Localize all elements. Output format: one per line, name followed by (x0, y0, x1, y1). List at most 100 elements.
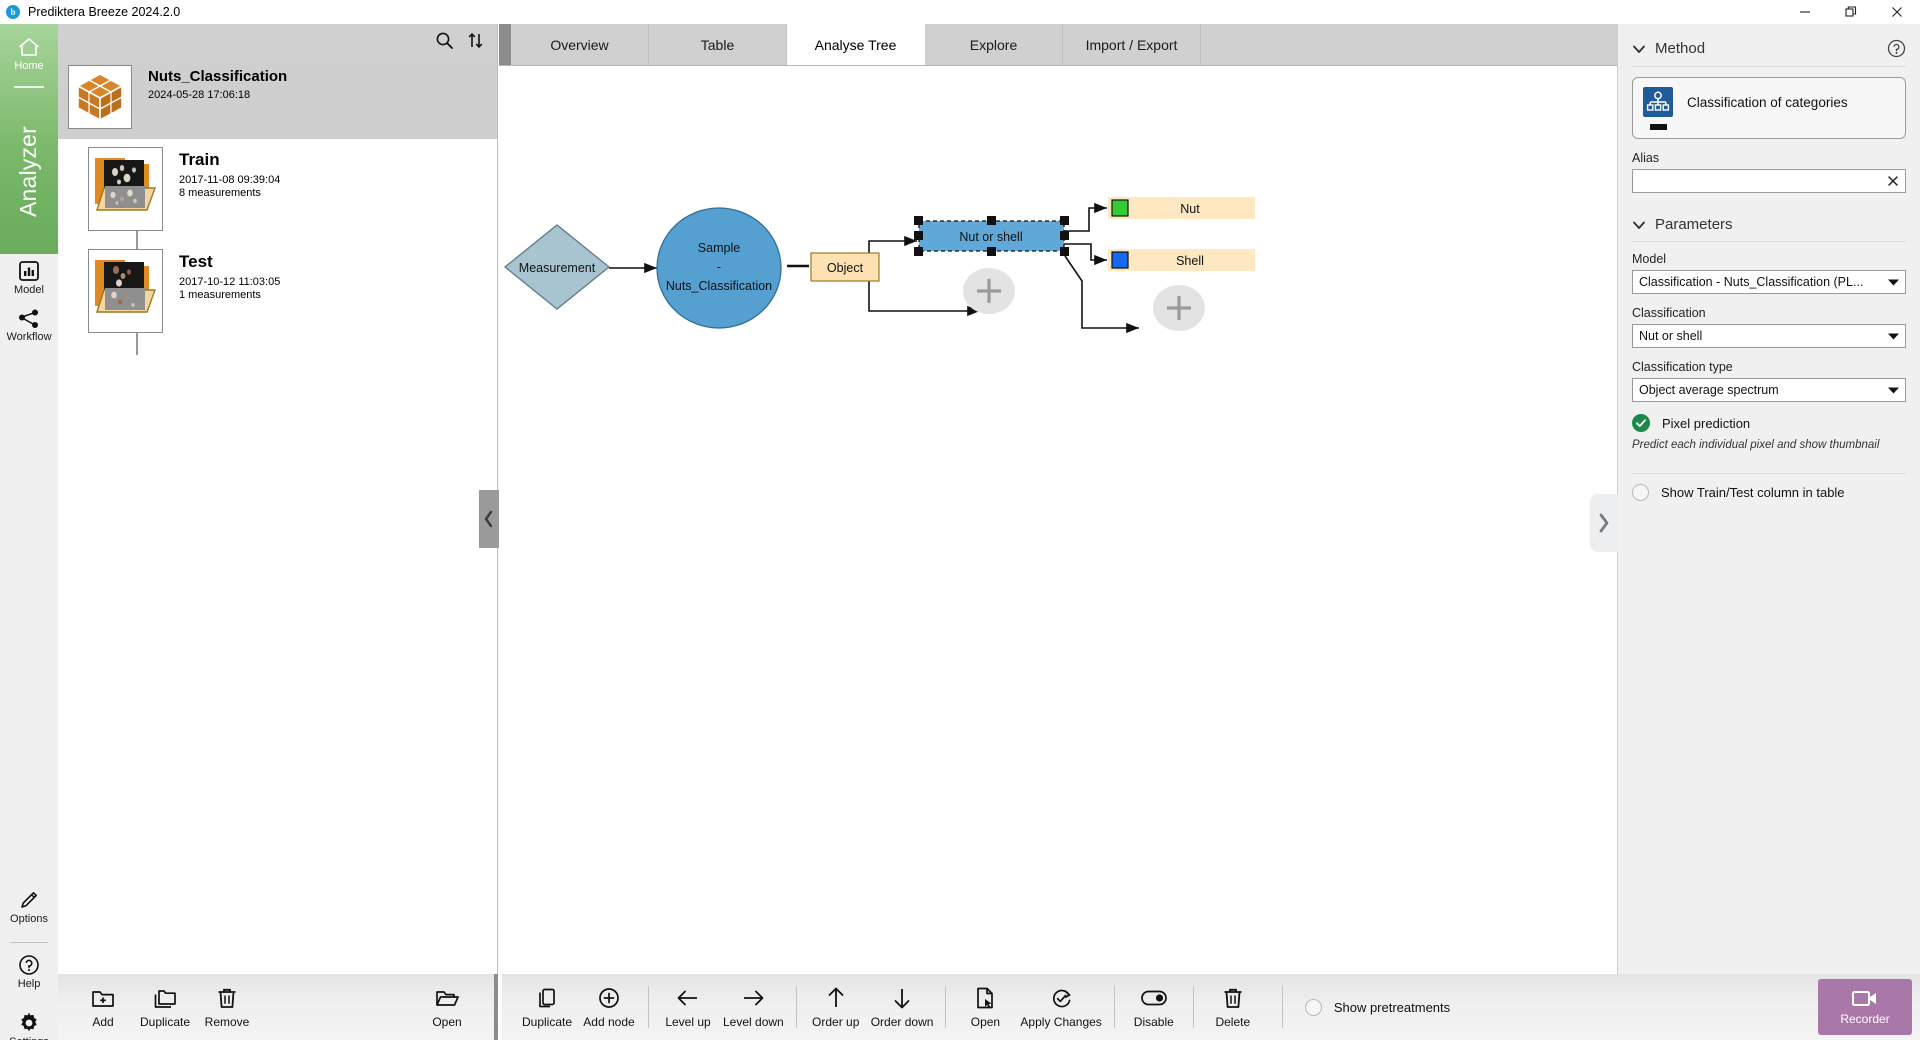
list-item[interactable]: Test 2017-10-12 11:03:05 1 measurements (58, 241, 497, 343)
order-down-button[interactable]: Order down (867, 978, 938, 1036)
analyse-tree-canvas[interactable]: Measurement Sample - Nuts_Classification… (499, 66, 1617, 974)
sidebar-item-help[interactable]: Help (0, 954, 58, 990)
alias-label: Alias (1632, 151, 1906, 165)
chevron-down-icon[interactable] (1632, 220, 1646, 230)
duplicate-button[interactable]: Duplicate (134, 978, 196, 1036)
sidebar-item-analyzer[interactable]: Analyzer (0, 96, 58, 246)
node-sample-label-1: Sample (698, 241, 740, 255)
cube-icon (68, 65, 132, 129)
sidebar-item-options[interactable]: Options (0, 889, 58, 925)
recorder-button[interactable]: Recorder (1818, 979, 1912, 1035)
tab-bar: Overview Table Analyse Tree Explore Impo… (499, 24, 1617, 66)
maximize-button[interactable] (1828, 0, 1874, 24)
add-node-button[interactable]: Add node (578, 978, 640, 1036)
copy-icon (536, 985, 558, 1011)
parameters-section-header[interactable]: Parameters (1632, 211, 1906, 233)
folder-add-icon (91, 985, 115, 1011)
delete-button[interactable]: Delete (1202, 978, 1264, 1036)
tab-overview[interactable]: Overview (511, 24, 649, 65)
close-button[interactable] (1874, 0, 1920, 24)
delete-label: Delete (1215, 1015, 1250, 1029)
folder-sample-icon (88, 147, 163, 231)
add-button[interactable]: Add (72, 978, 134, 1036)
classification-select[interactable]: Nut or shell (1632, 324, 1906, 348)
level-down-button[interactable]: Level down (719, 978, 788, 1036)
apply-changes-button[interactable]: Apply Changes (1016, 978, 1105, 1036)
sort-updown-icon[interactable] (466, 31, 485, 50)
chevron-left-icon (483, 510, 495, 528)
method-card[interactable]: Classification of categories (1632, 77, 1906, 139)
add-button-label: Add (92, 1015, 113, 1029)
node-measurement-label: Measurement (519, 261, 596, 275)
minimize-button[interactable] (1782, 0, 1828, 24)
chevron-down-icon[interactable] (1632, 44, 1646, 54)
arrow-left-icon (676, 985, 700, 1011)
tab-analyse-tree[interactable]: Analyse Tree (787, 24, 925, 65)
disable-button[interactable]: Disable (1123, 978, 1185, 1036)
tab-explore[interactable]: Explore (925, 24, 1063, 65)
pencil-icon (18, 889, 40, 911)
classification-hierarchy-icon (1643, 87, 1673, 117)
pixel-prediction-label: Pixel prediction (1662, 416, 1750, 431)
tree-duplicate-label: Duplicate (522, 1015, 572, 1029)
tabbar-filler (1201, 24, 1617, 65)
collapse-right-panel-button[interactable] (1590, 494, 1618, 552)
plus-circle-icon (598, 985, 620, 1011)
project-list: Nuts_Classification 2024-05-28 17:06:18 (58, 57, 497, 343)
refresh-check-icon (1050, 985, 1073, 1011)
pixel-prediction-toggle[interactable]: Pixel prediction (1632, 414, 1906, 432)
node-sample-label-3: Nuts_Classification (666, 279, 772, 293)
project-toolbar: Add Duplicate Remove (58, 974, 498, 1040)
list-item-meta: Train 2017-11-08 09:39:04 8 measurements (179, 147, 280, 199)
classification-type-select[interactable]: Object average spectrum (1632, 378, 1906, 402)
classification-label: Classification (1632, 306, 1906, 320)
show-train-test-label: Show Train/Test column in table (1661, 485, 1845, 500)
tree-duplicate-button[interactable]: Duplicate (516, 978, 578, 1036)
open-button[interactable]: Open (416, 978, 478, 1036)
tab-table[interactable]: Table (649, 24, 787, 65)
sidebar-item-options-label: Options (10, 913, 48, 925)
tab-overview-label: Overview (550, 37, 608, 53)
question-circle-icon[interactable] (1887, 39, 1906, 58)
trash-icon (1222, 985, 1244, 1011)
chart-bars-icon (18, 260, 40, 282)
list-item-meta: Nuts_Classification 2024-05-28 17:06:18 (148, 65, 287, 101)
project-name: Nuts_Classification (148, 68, 287, 85)
project-date: 2017-11-08 09:39:04 (179, 174, 280, 186)
show-pretreatments-toggle[interactable]: Show pretreatments (1291, 999, 1450, 1016)
list-item[interactable]: Train 2017-11-08 09:39:04 8 measurements (58, 139, 497, 241)
show-train-test-toggle[interactable]: Show Train/Test column in table (1632, 484, 1906, 501)
tab-explore-label: Explore (970, 37, 1017, 53)
home-icon (17, 36, 41, 58)
search-icon[interactable] (435, 31, 454, 50)
sidebar-item-home[interactable]: Home (0, 36, 58, 72)
tree-toolbar: Duplicate Add node Level up (502, 974, 1920, 1040)
project-date: 2024-05-28 17:06:18 (148, 89, 287, 101)
sidebar-item-workflow[interactable]: Workflow (0, 309, 58, 343)
window-titlebar: b Prediktera Breeze 2024.2.0 (0, 0, 1920, 24)
sidebar-item-model[interactable]: Model (0, 260, 58, 296)
legend-shell-label: Shell (1176, 254, 1204, 268)
disable-label: Disable (1134, 1015, 1174, 1029)
alias-field[interactable] (1632, 169, 1906, 193)
collapse-left-panel-button[interactable] (479, 490, 499, 548)
classification-value: Nut or shell (1639, 329, 1882, 343)
classification-type-value: Object average spectrum (1639, 383, 1882, 397)
order-up-button[interactable]: Order up (805, 978, 867, 1036)
list-item[interactable]: Nuts_Classification 2024-05-28 17:06:18 (58, 57, 497, 139)
sidebar-item-settings[interactable]: Settings (0, 1012, 58, 1040)
sidebar-item-home-label: Home (14, 60, 43, 72)
arrow-up-icon (826, 985, 846, 1011)
method-card-label: Classification of categories (1687, 95, 1848, 110)
tree-open-button[interactable]: Open (954, 978, 1016, 1036)
level-up-button[interactable]: Level up (657, 978, 719, 1036)
sidebar-item-help-label: Help (18, 978, 41, 990)
toggle-icon (1141, 985, 1167, 1011)
project-name: Train (179, 150, 280, 170)
tab-import-export[interactable]: Import / Export (1063, 24, 1201, 65)
arrow-down-icon (892, 985, 912, 1011)
remove-button[interactable]: Remove (196, 978, 258, 1036)
method-section-header[interactable]: Method (1632, 34, 1906, 58)
model-select[interactable]: Classification - Nuts_Classification (PL… (1632, 270, 1906, 294)
close-icon[interactable] (1887, 175, 1899, 187)
